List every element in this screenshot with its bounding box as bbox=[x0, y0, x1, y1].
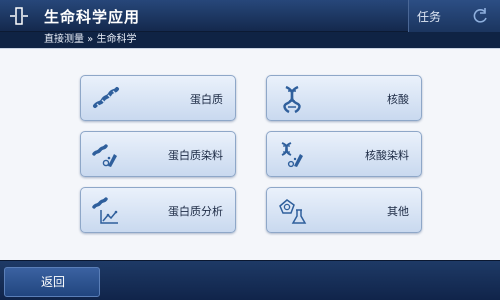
app-cuvette-icon bbox=[10, 7, 28, 25]
title-bar: 生命科学应用 任务 bbox=[0, 0, 500, 32]
protein-analysis-icon bbox=[92, 197, 118, 224]
tile-protein-analysis[interactable]: 蛋白质分析 bbox=[80, 187, 236, 233]
protein-dye-icon bbox=[92, 144, 117, 167]
main-panel: 蛋白质 核酸 蛋白质染料 核酸染料 蛋白质分析 其他 bbox=[0, 48, 500, 260]
protein-icon bbox=[93, 87, 119, 108]
nucleic-dye-icon bbox=[281, 142, 303, 168]
breadcrumb: 直接测量 » 生命科学 bbox=[0, 32, 500, 48]
dna-icon bbox=[283, 85, 301, 114]
other-flask-icon bbox=[279, 199, 307, 224]
tile-protein[interactable]: 蛋白质 bbox=[80, 75, 236, 121]
tile-label: 核酸染料 bbox=[365, 149, 409, 162]
tile-nucleic-dye[interactable]: 核酸染料 bbox=[266, 131, 422, 177]
refresh-icon[interactable] bbox=[470, 6, 490, 26]
tile-other[interactable]: 其他 bbox=[266, 187, 422, 233]
tile-label: 核酸 bbox=[387, 93, 409, 106]
bottom-bar: 返回 bbox=[0, 260, 500, 300]
app-title: 生命科学应用 bbox=[44, 8, 141, 26]
tile-nucleic-acid[interactable]: 核酸 bbox=[266, 75, 422, 121]
back-button[interactable]: 返回 bbox=[4, 267, 100, 297]
tile-label: 蛋白质分析 bbox=[168, 205, 223, 218]
tile-label: 其他 bbox=[387, 205, 409, 218]
task-label: 任务 bbox=[417, 10, 442, 24]
tile-label: 蛋白质染料 bbox=[168, 149, 223, 162]
tile-protein-dye[interactable]: 蛋白质染料 bbox=[80, 131, 236, 177]
task-button[interactable]: 任务 bbox=[408, 0, 500, 32]
tile-label: 蛋白质 bbox=[190, 93, 223, 106]
